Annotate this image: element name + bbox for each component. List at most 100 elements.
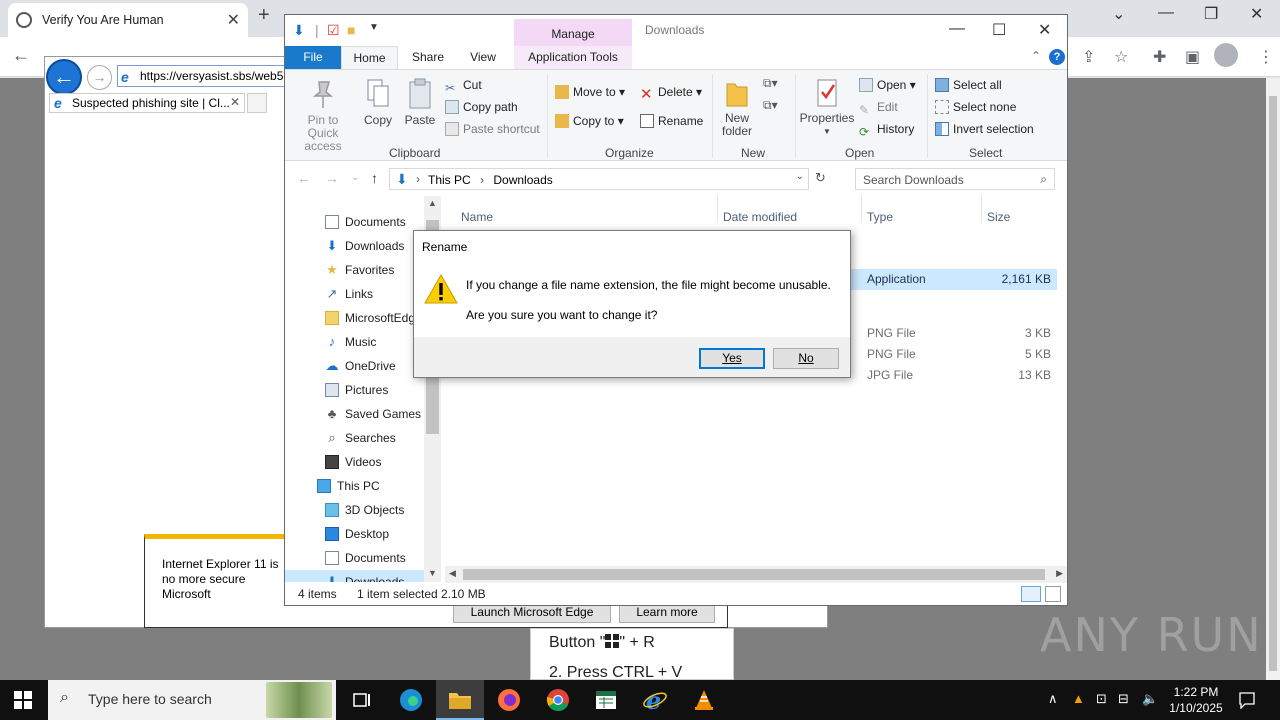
path-downloads[interactable]: Downloads <box>493 173 552 187</box>
firefox-taskbar-button[interactable] <box>485 680 533 720</box>
sidebar-icon[interactable]: ▣ <box>1185 47 1200 67</box>
close-tab-icon[interactable]: ✕ <box>227 10 240 30</box>
app-taskbar-button[interactable] <box>582 680 630 720</box>
help-icon[interactable]: ? <box>1049 49 1065 65</box>
task-view-button[interactable] <box>338 680 386 720</box>
edit-button[interactable]: ✎ Edit <box>859 100 898 117</box>
vlc-taskbar-button[interactable] <box>680 680 728 720</box>
history-button[interactable]: ⟳ History <box>859 122 914 139</box>
details-view-icon[interactable] <box>1021 586 1041 602</box>
nav-item-downloads[interactable]: ⬇ Downloads <box>285 570 425 582</box>
star-icon[interactable]: ☆ <box>1114 47 1128 67</box>
refresh-icon[interactable]: ↻ <box>815 170 826 186</box>
recent-dropdown-icon[interactable]: ⌄ <box>351 172 359 183</box>
back-arrow-icon[interactable]: ← <box>297 170 311 186</box>
tray-app-icon[interactable]: ⊡ <box>1096 691 1107 707</box>
chrome-taskbar-button[interactable] <box>534 680 582 720</box>
up-arrow-icon[interactable]: ↑ <box>371 170 378 186</box>
chrome-scrollbar[interactable] <box>1266 78 1280 680</box>
nav-item-this-pc[interactable]: This PC <box>285 474 425 498</box>
copy-path-button[interactable]: Copy path <box>445 100 518 114</box>
select-all-button[interactable]: Select all <box>935 78 1002 92</box>
nav-item-documents[interactable]: Documents <box>285 210 425 234</box>
avatar-icon[interactable] <box>1214 43 1238 67</box>
open-button[interactable]: Open ▾ <box>859 78 916 92</box>
move-to-button[interactable]: Move to ▾ <box>555 85 625 99</box>
network-icon[interactable]: ⊟ <box>1118 691 1129 707</box>
minimize-icon[interactable]: — <box>949 20 965 38</box>
system-clock[interactable]: 1:22 PM 1/10/2025 <box>1168 684 1224 716</box>
nav-item-desktop[interactable]: Desktop <box>285 522 425 546</box>
copy-to-button[interactable]: Copy to ▾ <box>555 114 624 128</box>
ie-back-button[interactable]: ← <box>46 59 82 95</box>
paste-shortcut-button[interactable]: Paste shortcut <box>445 122 540 136</box>
new-tab-button[interactable]: + <box>258 4 270 27</box>
back-arrow-icon[interactable]: ← <box>12 45 30 66</box>
scrollbar-thumb[interactable] <box>1269 96 1277 671</box>
yes-button[interactable]: Yes <box>699 348 765 369</box>
column-type[interactable]: Type <box>867 210 893 224</box>
chevron-down-icon[interactable]: ⌄ <box>1112 4 1125 24</box>
cut-button[interactable]: ✂ Cut <box>445 78 482 95</box>
volume-icon[interactable]: 🔈 <box>1142 691 1158 707</box>
nav-item-3d-objects[interactable]: 3D Objects <box>285 498 425 522</box>
easy-access-icon[interactable]: ⧉▾ <box>763 98 778 113</box>
pin-quick-access-button[interactable]: Pin to Quick access <box>291 78 355 153</box>
no-button[interactable]: No <box>773 348 839 369</box>
nav-item-links[interactable]: ↗ Links <box>285 282 425 306</box>
properties-icon[interactable]: ☑ <box>327 22 340 39</box>
tray-chevron-icon[interactable]: ∧ <box>1048 691 1058 707</box>
close-icon[interactable]: ✕ <box>230 95 240 109</box>
path-this-pc[interactable]: This PC <box>428 173 471 187</box>
maximize-icon[interactable]: ☐ <box>992 20 1006 40</box>
taskbar-search-box[interactable]: ⌕ Type here to search <box>48 680 336 720</box>
nav-item-saved-games[interactable]: ♣ Saved Games <box>285 402 425 426</box>
close-icon[interactable]: ✕ <box>1038 20 1051 40</box>
menu-icon[interactable]: ⋮ <box>1258 47 1274 67</box>
search-input[interactable]: Search Downloads ⌕ <box>855 168 1055 190</box>
ie-taskbar-button[interactable]: e <box>631 680 679 720</box>
nav-item-music[interactable]: ♪ Music <box>285 330 425 354</box>
nav-item-favorites[interactable]: ★ Favorites <box>285 258 425 282</box>
chevron-down-icon[interactable]: ▼ <box>369 22 379 33</box>
tab-share[interactable]: Share <box>403 46 453 69</box>
file-row[interactable]: Application 2,161 KB <box>851 269 1057 290</box>
path-dropdown-icon[interactable]: ⌄ <box>796 171 804 182</box>
paste-button[interactable]: Paste <box>403 78 437 127</box>
nav-item-documents[interactable]: Documents <box>285 546 425 570</box>
select-none-button[interactable]: Select none <box>935 100 1016 114</box>
edge-taskbar-button[interactable] <box>387 680 435 720</box>
ie-new-tab-button[interactable] <box>247 93 267 113</box>
tab-file[interactable]: File <box>285 46 341 69</box>
scrollbar-thumb[interactable] <box>463 569 1045 580</box>
tab-view[interactable]: View <box>457 46 509 69</box>
restore-icon[interactable]: ❐ <box>1204 4 1218 24</box>
column-name[interactable]: Name <box>461 210 493 224</box>
forward-arrow-icon[interactable]: → <box>325 170 339 186</box>
nav-item-onedrive[interactable]: ☁ OneDrive <box>285 354 425 378</box>
nav-item-microsoftedg[interactable]: MicrosoftEdg <box>285 306 425 330</box>
ie-address-bar[interactable]: e https://versyasist.sbs/web5 <box>117 65 297 87</box>
file-explorer-taskbar-button[interactable] <box>436 680 484 720</box>
invert-selection-button[interactable]: Invert selection <box>935 122 1034 136</box>
horizontal-scrollbar[interactable]: ◀ ▶ <box>445 566 1067 583</box>
chevron-up-icon[interactable]: ⌃ <box>1031 49 1041 63</box>
chrome-tab[interactable]: Verify You Are Human ✕ <box>8 3 248 37</box>
minimize-icon[interactable]: — <box>1158 4 1174 22</box>
nav-item-videos[interactable]: Videos <box>285 450 425 474</box>
delete-button[interactable]: ✕ Delete ▾ <box>640 85 702 103</box>
path-box[interactable]: ⬇ › This PC › Downloads ⌄ <box>389 168 809 190</box>
rename-button[interactable]: Rename <box>640 114 703 128</box>
nav-item-downloads[interactable]: ⬇ Downloads <box>285 234 425 258</box>
ie-forward-button[interactable]: → <box>87 65 112 90</box>
share-icon[interactable]: ⇪ <box>1082 47 1095 67</box>
copy-button[interactable]: Copy <box>361 78 395 127</box>
nav-item-pictures[interactable]: Pictures <box>285 378 425 402</box>
nav-item-searches[interactable]: ⌕ Searches <box>285 426 425 450</box>
new-item-icon[interactable]: ⧉▾ <box>763 76 778 91</box>
close-window-icon[interactable]: ✕ <box>1250 4 1263 24</box>
properties-button[interactable]: Properties ▼ <box>799 78 855 138</box>
column-date-modified[interactable]: Date modified <box>723 210 797 224</box>
extension-icon[interactable]: ✚ <box>1153 47 1166 67</box>
windows-start-icon[interactable] <box>14 691 32 709</box>
